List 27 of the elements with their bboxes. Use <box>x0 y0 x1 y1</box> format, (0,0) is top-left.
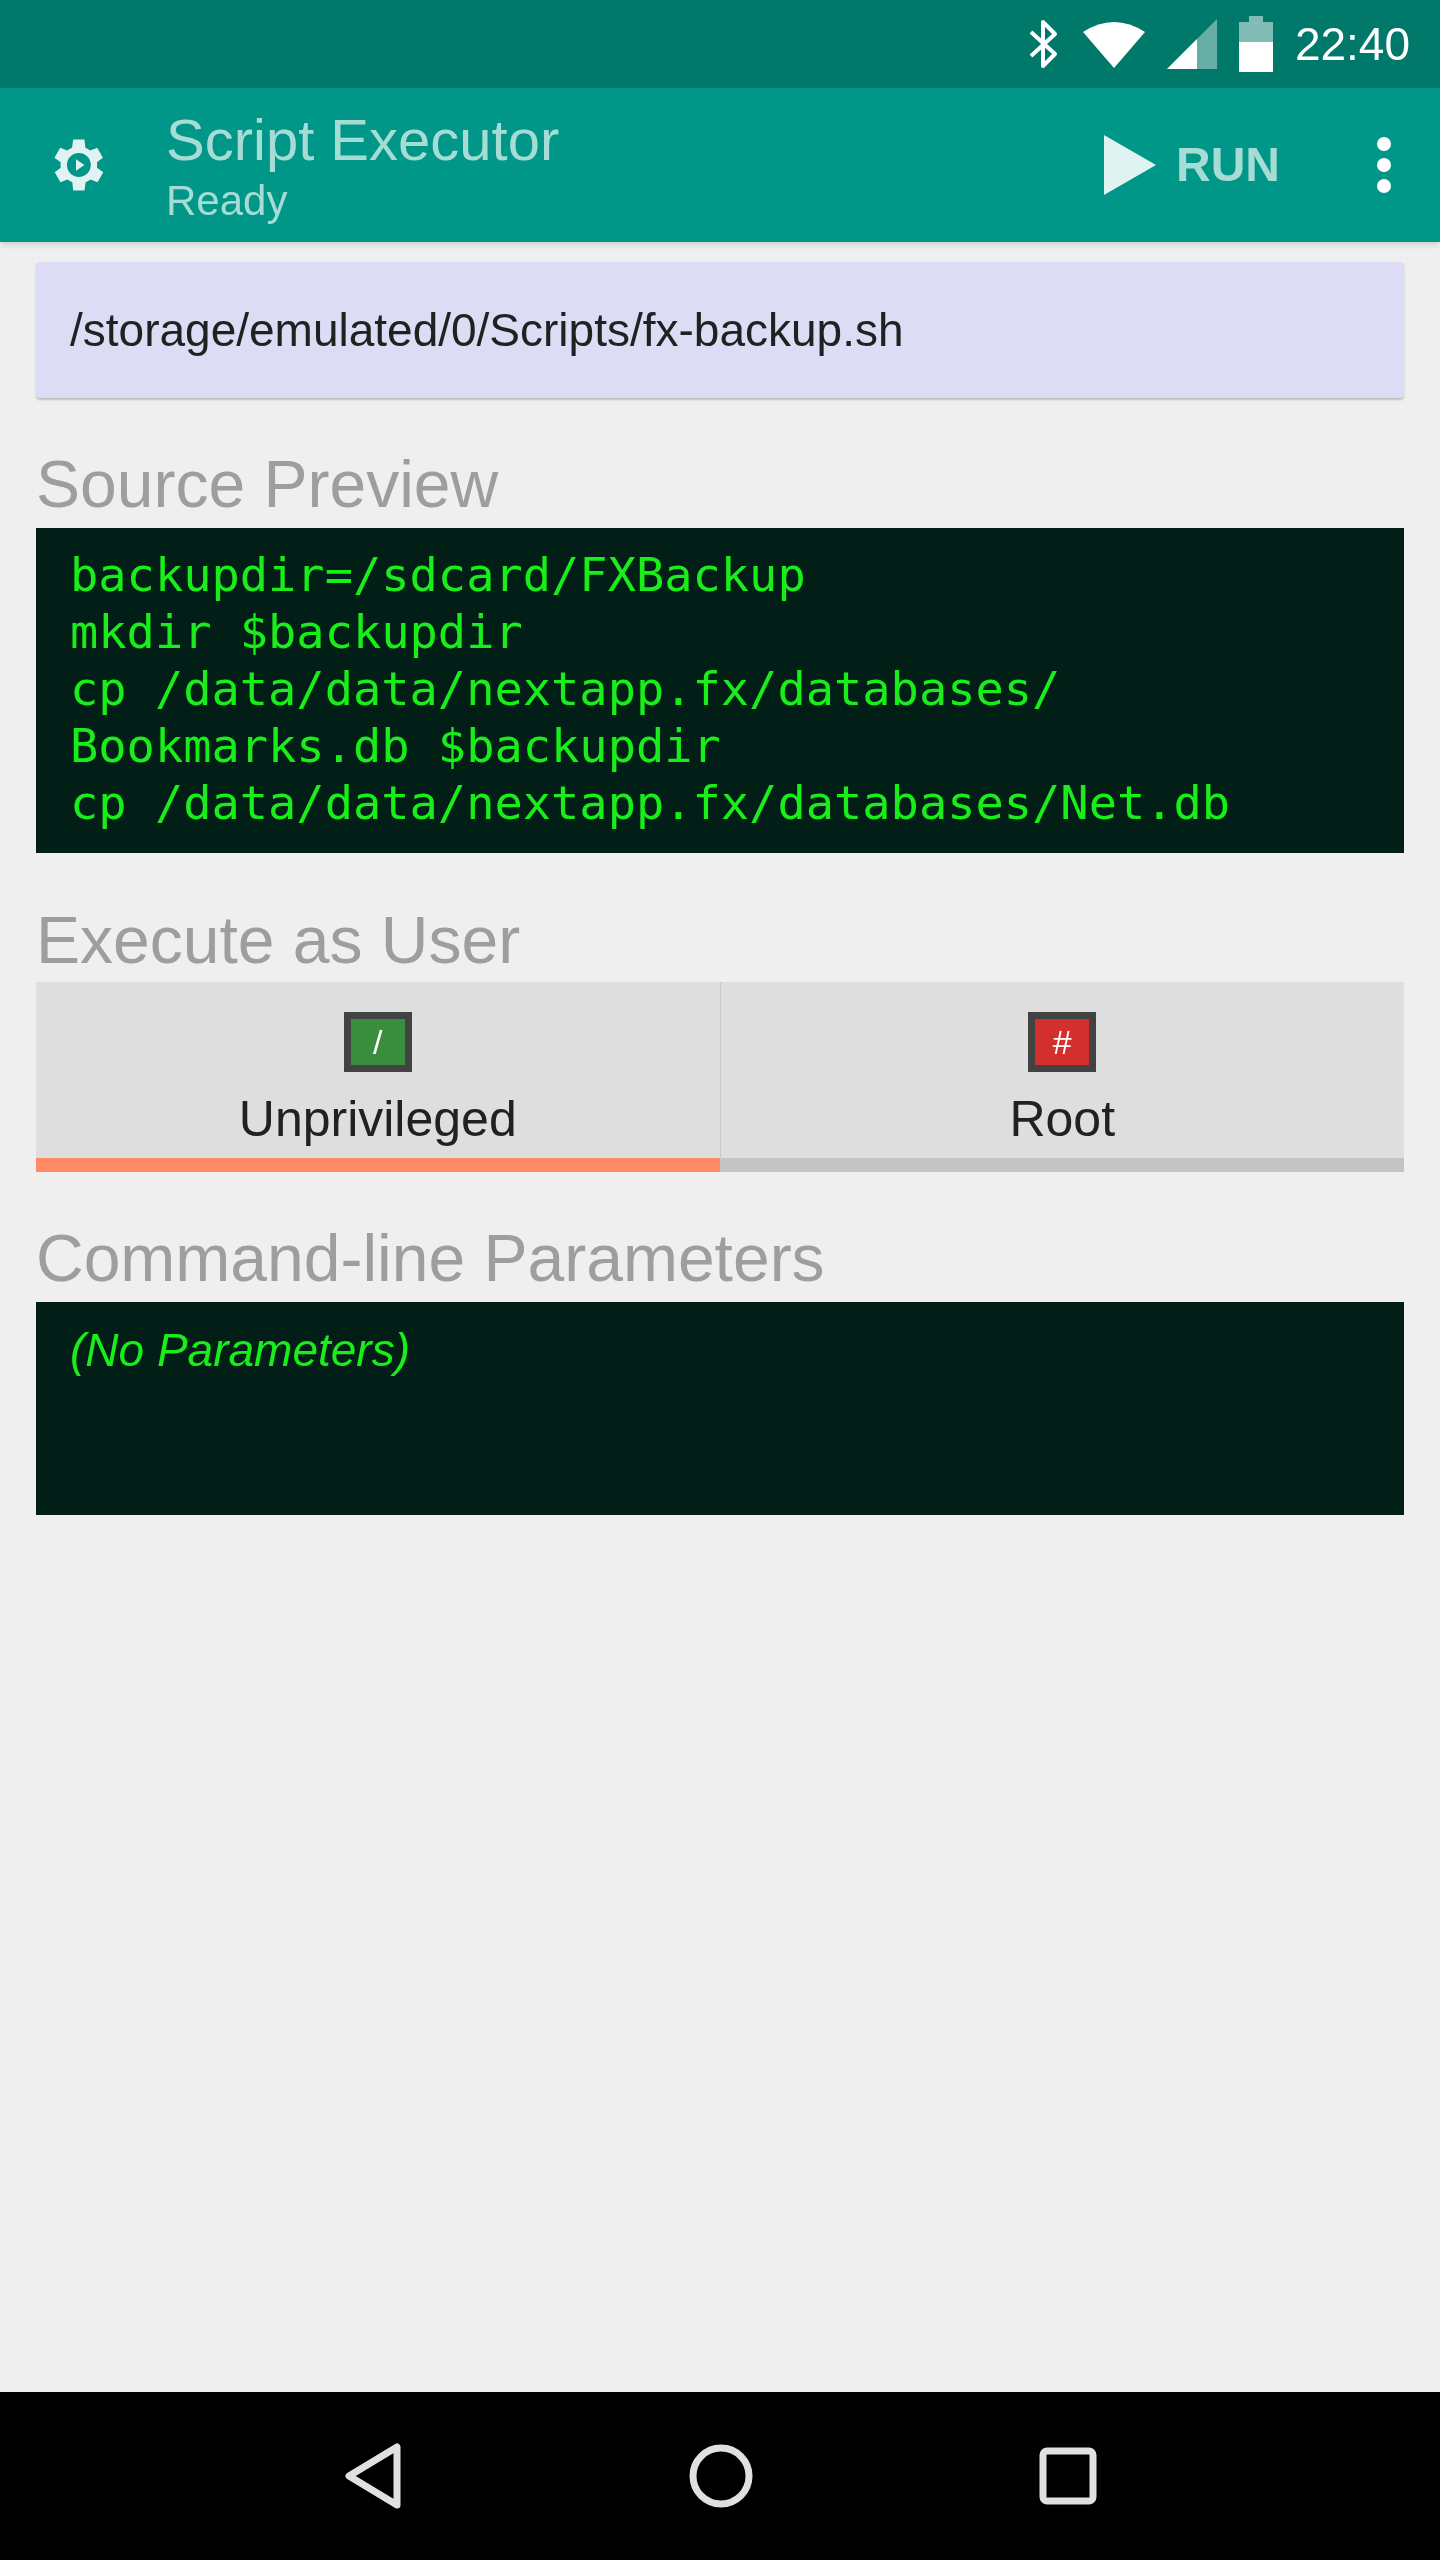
recents-icon[interactable] <box>1039 2447 1097 2505</box>
user-tab[interactable]: # Root <box>719 982 1404 1172</box>
home-icon[interactable] <box>689 2444 753 2508</box>
terminal-glyph: # <box>1035 1019 1090 1065</box>
code-line: backupdir=/sdcard/FXBackup <box>70 546 806 603</box>
terminal-glyph: / <box>350 1019 405 1065</box>
section-heading: Source Preview <box>36 446 499 523</box>
battery-icon <box>1238 16 1273 72</box>
tab-label: Unprivileged <box>238 1090 517 1148</box>
app-title: Script Executor <box>166 106 560 174</box>
signal-icon <box>1166 19 1217 69</box>
wifi-icon <box>1082 20 1145 68</box>
code-line: cp /data/data/nextapp.fx/databases/Net.db <box>70 774 1231 831</box>
path-field[interactable]: /storage/emulated/0/Scripts/fx-backup.sh <box>36 262 1404 398</box>
section-heading: Execute as User <box>36 902 521 979</box>
back-icon[interactable] <box>343 2443 403 2509</box>
section-heading: Command-line Parameters <box>36 1220 825 1297</box>
tab-label: Root <box>1009 1090 1116 1148</box>
play-icon <box>1104 135 1156 195</box>
user-tab[interactable]: / Unprivileged <box>36 982 720 1172</box>
app-subtitle: Ready <box>166 176 289 226</box>
parameters-field[interactable]: (No Parameters) <box>36 1302 1404 1515</box>
clock-time: 22:40 <box>1294 21 1410 67</box>
code-line: Bookmarks.db $backupdir <box>70 717 721 774</box>
more-options-icon[interactable] <box>1376 136 1392 194</box>
code-line: cp /data/data/nextapp.fx/databases/ <box>70 660 1061 717</box>
code-line: mkdir $backupdir <box>70 603 523 660</box>
